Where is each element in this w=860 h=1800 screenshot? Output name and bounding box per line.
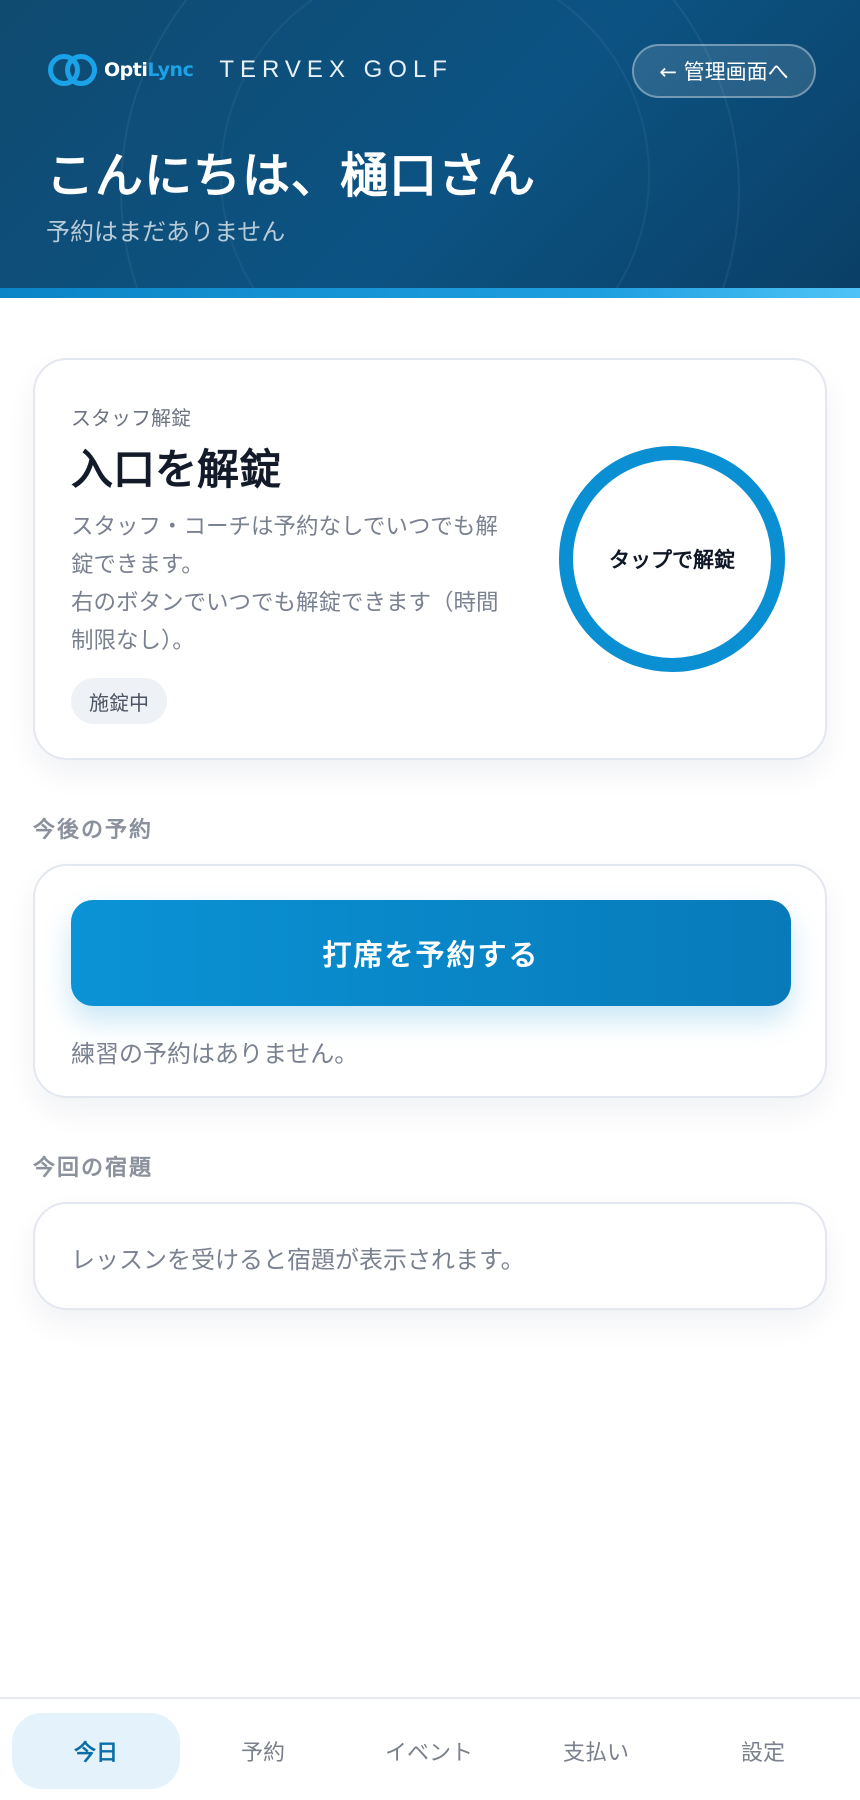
homework-heading: 今回の宿題: [33, 1156, 154, 1181]
tap-to-unlock-button[interactable]: タップで解錠: [559, 446, 785, 672]
header-accent-stripe: [0, 288, 860, 298]
nav-item-payments[interactable]: 支払い: [512, 1713, 680, 1789]
brand-name: OptiLync: [104, 59, 194, 81]
club-name: TERVEX GOLF: [219, 56, 453, 83]
nav-item-today[interactable]: 今日: [12, 1713, 180, 1789]
unlock-description-line: 右のボタンでいつでも解錠できます（時間: [71, 590, 499, 616]
unlock-description-line: スタッフ・コーチは予約なしでいつでも解: [71, 514, 498, 540]
reserve-bay-button[interactable]: 打席を予約する: [71, 900, 791, 1006]
greeting-subtitle: 予約はまだありません: [46, 218, 286, 246]
nav-item-booking[interactable]: 予約: [179, 1713, 347, 1789]
optilync-logo-icon: [48, 52, 98, 88]
no-booking-text: 練習の予約はありません。: [71, 1040, 359, 1068]
staff-unlock-card: スタッフ解錠 入口を解錠 スタッフ・コーチは予約なしでいつでも解 錠できます。 …: [33, 358, 827, 760]
upcoming-bookings-heading: 今後の予約: [33, 818, 154, 843]
brand: OptiLync TERVEX GOLF: [48, 52, 453, 88]
greeting-title: こんにちは、樋口さん: [46, 148, 537, 204]
admin-screen-button[interactable]: ← 管理画面へ: [632, 44, 816, 98]
booking-card: 打席を予約する 練習の予約はありません。: [33, 864, 827, 1098]
unlock-title: 入口を解錠: [71, 445, 282, 494]
unlock-description-line: 制限なし）。: [71, 628, 195, 654]
nav-item-events[interactable]: イベント: [345, 1713, 513, 1789]
homework-empty-text: レッスンを受けると宿題が表示されます。: [71, 1246, 525, 1274]
unlock-description: スタッフ・コーチは予約なしでいつでも解 錠できます。 右のボタンでいつでも解錠で…: [71, 508, 541, 660]
homework-card: レッスンを受けると宿題が表示されます。: [33, 1202, 827, 1310]
app-header: OptiLync TERVEX GOLF ← 管理画面へ こんにちは、樋口さん …: [0, 0, 860, 298]
bottom-navigation: 今日 予約 イベント 支払い 設定: [0, 1697, 860, 1800]
unlock-eyebrow: スタッフ解錠: [71, 406, 191, 430]
lock-status-badge: 施錠中: [71, 678, 167, 724]
nav-item-settings[interactable]: 設定: [679, 1713, 847, 1789]
unlock-description-line: 錠できます。: [71, 552, 204, 578]
